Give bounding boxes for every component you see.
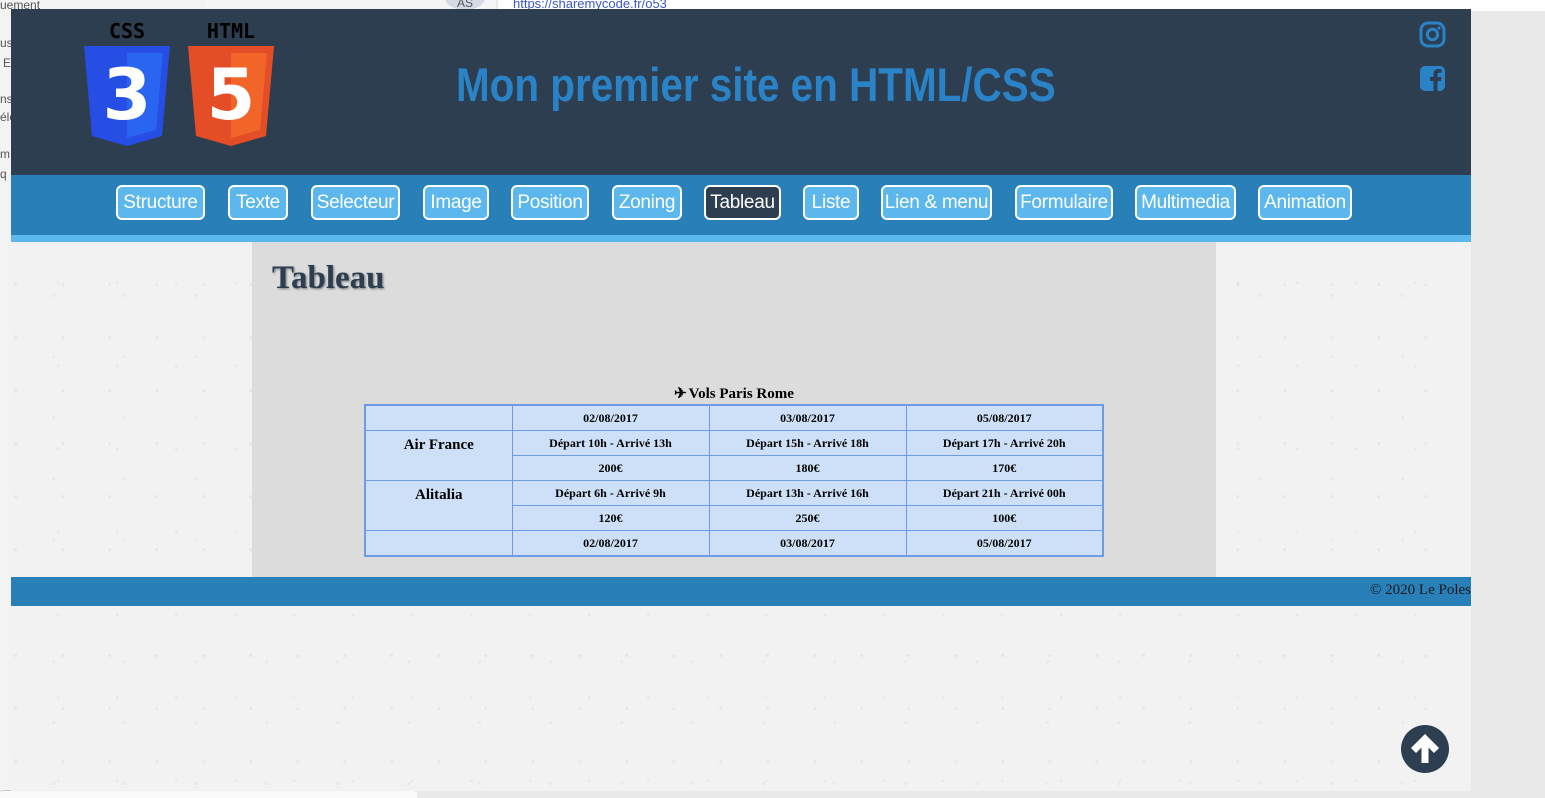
table-cell-price: 170€ bbox=[905, 455, 1104, 481]
table-cell-price: 120€ bbox=[511, 505, 710, 531]
table-footer-date: 03/08/2017 bbox=[708, 530, 907, 557]
table-header-date: 02/08/2017 bbox=[511, 404, 710, 431]
table-cell-time: Départ 10h - Arrivé 13h bbox=[511, 430, 710, 456]
bg-fragment: q bbox=[0, 167, 7, 181]
nav-item-texte[interactable]: Texte bbox=[228, 185, 288, 220]
site-window: CSS 3 HTML 5 Mon premier site en HTML/CS… bbox=[11, 9, 1471, 791]
nav-item-tableau[interactable]: Tableau bbox=[704, 185, 781, 220]
table-cell-price: 200€ bbox=[511, 455, 710, 481]
nav-item-lien-menu[interactable]: Lien & menu bbox=[881, 185, 992, 220]
table-airline: Air France bbox=[364, 430, 513, 481]
html5-logo-icon: HTML 5 bbox=[188, 19, 274, 146]
css3-logo-number: 3 bbox=[103, 54, 152, 136]
nav-item-position[interactable]: Position bbox=[511, 185, 589, 220]
css3-logo: CSS 3 bbox=[82, 19, 172, 152]
nav-item-structure[interactable]: Structure bbox=[116, 185, 205, 220]
table-caption: ✈ Vols Paris Rome bbox=[364, 384, 1104, 403]
table-cell-time: Départ 13h - Arrivé 16h bbox=[708, 480, 907, 506]
instagram-icon[interactable] bbox=[1419, 21, 1446, 48]
site-footer: © 2020 Le Poles bbox=[11, 577, 1471, 606]
html5-logo: HTML 5 bbox=[186, 19, 276, 152]
bg-fragment: m bbox=[0, 147, 10, 161]
css3-logo-label: CSS bbox=[109, 19, 145, 43]
main-nav: Structure Texte Selecteur Image Position… bbox=[11, 175, 1471, 242]
table-cell-price: 100€ bbox=[905, 505, 1104, 531]
table-cell-price: 180€ bbox=[708, 455, 907, 481]
nav-item-image[interactable]: Image bbox=[423, 185, 489, 220]
table-cell-time: Départ 15h - Arrivé 18h bbox=[708, 430, 907, 456]
table-header-date: 05/08/2017 bbox=[905, 404, 1104, 431]
table-cell-time: Départ 6h - Arrivé 9h bbox=[511, 480, 710, 506]
copyright-text: © 2020 Le Poles bbox=[1370, 582, 1471, 598]
table-header-date: 03/08/2017 bbox=[708, 404, 907, 431]
bg-fragment: E bbox=[3, 56, 12, 70]
html5-logo-number: 5 bbox=[207, 54, 256, 136]
arrow-up-icon bbox=[1411, 734, 1439, 763]
nav-item-liste[interactable]: Liste bbox=[803, 185, 859, 220]
nav-item-formulaire[interactable]: Formulaire bbox=[1015, 185, 1113, 220]
table-row: 02/08/2017 03/08/2017 05/08/2017 bbox=[364, 530, 1104, 557]
nav-item-zoning[interactable]: Zoning bbox=[612, 185, 682, 220]
table-cell-price: 250€ bbox=[708, 505, 907, 531]
page-title: Tableau bbox=[272, 260, 385, 296]
table-cell-empty bbox=[364, 530, 513, 557]
html5-logo-label: HTML bbox=[207, 19, 255, 43]
table-footer-date: 02/08/2017 bbox=[511, 530, 710, 557]
table-row: Air France Départ 10h - Arrivé 13h Dépar… bbox=[364, 430, 1104, 481]
table-cell-empty bbox=[364, 404, 513, 431]
table-airline: Alitalia bbox=[364, 480, 513, 531]
airplane-icon: ✈ bbox=[674, 386, 687, 402]
site-title: Mon premier site en HTML/CSS bbox=[456, 58, 1056, 111]
site-header: CSS 3 HTML 5 Mon premier site en HTML/CS… bbox=[11, 9, 1471, 175]
back-to-top-button[interactable] bbox=[1401, 725, 1449, 773]
table-caption-text: Vols Paris Rome bbox=[688, 386, 794, 402]
flights-table: 02/08/2017 03/08/2017 05/08/2017 Air Fra… bbox=[364, 404, 1104, 557]
nav-item-multimedia[interactable]: Multimedia bbox=[1135, 185, 1236, 220]
table-footer-date: 05/08/2017 bbox=[905, 530, 1104, 557]
nav-item-selecteur[interactable]: Selecteur bbox=[311, 185, 400, 220]
table-cell-time: Départ 21h - Arrivé 00h bbox=[905, 480, 1104, 506]
table-row: 02/08/2017 03/08/2017 05/08/2017 bbox=[364, 404, 1104, 431]
css3-logo-icon: CSS 3 bbox=[84, 19, 170, 146]
table-cell-time: Départ 17h - Arrivé 20h bbox=[905, 430, 1104, 456]
nav-item-animation[interactable]: Animation bbox=[1258, 185, 1352, 220]
table-row: Alitalia Départ 6h - Arrivé 9h Départ 13… bbox=[364, 480, 1104, 531]
facebook-icon[interactable] bbox=[1419, 65, 1446, 92]
